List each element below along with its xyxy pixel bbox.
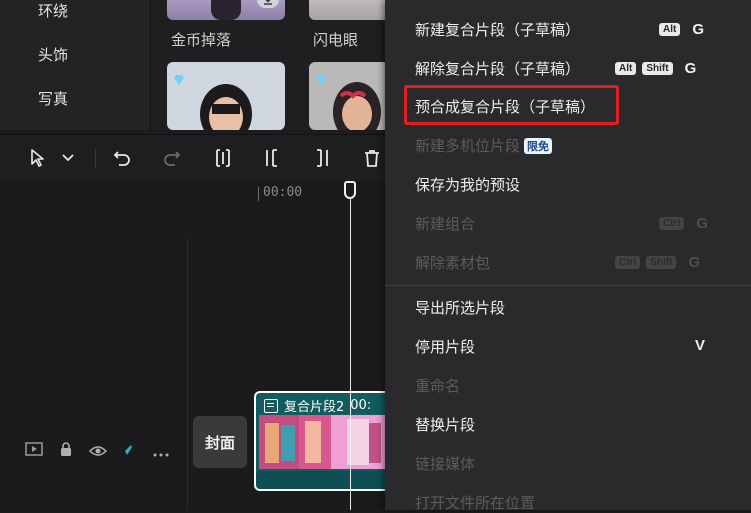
select-cursor-icon[interactable] — [26, 145, 50, 171]
menu-item-save-preset[interactable]: 保存为我的预设 — [415, 174, 520, 195]
effect-label-lightning-eyes: 闪电眼 — [313, 31, 359, 49]
shortcut-new-compound-clip: Alt G — [659, 21, 704, 38]
clip-audio-strip — [256, 471, 385, 489]
effect-label-gold-coins: 金币掉落 — [171, 31, 232, 49]
compound-clip[interactable]: 复合片段2 00: — [254, 391, 385, 491]
highlight-annotation-box — [404, 85, 619, 125]
track-thumbnail-icon[interactable] — [25, 441, 43, 461]
context-menu: 新建复合片段（子草稿） Alt G 解除复合片段（子草稿） Alt Shift … — [385, 0, 751, 512]
menu-item-link-media: 链接媒体 — [415, 455, 476, 473]
split-icon[interactable] — [211, 145, 235, 171]
cover-button[interactable]: 封面 — [193, 416, 247, 468]
shortcut-unpack-assets: Ctrl Shift G — [615, 254, 700, 271]
premium-gem-icon — [173, 70, 185, 85]
redo-icon[interactable] — [160, 145, 184, 171]
shortcut-letter: G — [692, 21, 705, 38]
effects-grid: 金币掉落 闪电眼 — [151, 0, 389, 130]
category-item-surround[interactable]: 环绕 — [38, 0, 68, 21]
shortcut-letter: G — [688, 254, 701, 271]
effect-thumb-portrait-2[interactable] — [309, 62, 389, 130]
menu-item-new-group: 新建组合 — [415, 215, 476, 233]
shortcut-letter: G — [696, 215, 708, 232]
chevron-down-icon[interactable] — [58, 145, 78, 171]
timeline-toolbar — [0, 134, 385, 182]
shortcut-key-shift: Shift — [646, 256, 677, 269]
free-badge: 限免 — [524, 138, 553, 154]
more-options-icon[interactable] — [153, 442, 169, 461]
ruler-time-label: 00:00 — [263, 185, 303, 200]
shortcut-disable-clip: V — [689, 337, 705, 354]
toolbar-separator — [95, 149, 96, 169]
download-icon[interactable] — [257, 0, 279, 8]
category-item-portrait[interactable]: 写真 — [38, 88, 68, 109]
shortcut-key-ctrl: Ctrl — [659, 217, 685, 230]
effect-thumb-portrait-1[interactable] — [167, 62, 285, 130]
trim-right-icon[interactable] — [310, 145, 334, 171]
lock-icon[interactable] — [59, 441, 73, 461]
timeline-area[interactable]: 00:00 封面 复合片段2 00: — [0, 181, 385, 510]
menu-item-replace-clip[interactable]: 替换片段 — [415, 414, 475, 435]
ruler-tick — [258, 187, 259, 201]
premium-gem-icon — [315, 70, 327, 85]
delete-icon[interactable] — [360, 145, 384, 171]
category-item-headwear[interactable]: 头饰 — [38, 44, 68, 65]
track-header-divider — [187, 239, 188, 510]
track-controls — [25, 441, 169, 461]
trim-left-icon[interactable] — [260, 145, 284, 171]
menu-item-ungroup-compound-clip[interactable]: 解除复合片段（子草稿） — [415, 58, 580, 79]
shortcut-ungroup-compound-clip: Alt Shift G — [615, 60, 696, 77]
menu-item-label: 新建多机位片段 — [415, 137, 521, 155]
menu-separator — [385, 285, 751, 286]
menu-item-new-compound-clip[interactable]: 新建复合片段（子草稿） — [415, 19, 580, 40]
shortcut-key-ctrl: Ctrl — [615, 256, 641, 269]
clip-title: 复合片段2 — [284, 400, 345, 415]
shortcut-key-alt: Alt — [659, 23, 681, 36]
clip-header: 复合片段2 00: — [264, 396, 371, 415]
playhead-line[interactable] — [350, 199, 351, 510]
compound-clip-icon — [264, 398, 278, 413]
clip-duration: 00: — [350, 398, 372, 413]
undo-icon[interactable] — [110, 145, 134, 171]
menu-item-disable-clip[interactable]: 停用片段 — [415, 336, 475, 357]
menu-item-export-selected[interactable]: 导出所选片段 — [415, 297, 505, 318]
shortcut-key-alt: Alt — [615, 62, 637, 75]
audio-icon[interactable] — [123, 442, 137, 461]
category-sidebar: 环绕 头饰 写真 — [0, 0, 150, 130]
effect-thumb-lightning-eyes[interactable] — [309, 0, 389, 20]
menu-item-unpack-assets: 解除素材包 — [415, 254, 491, 272]
menu-item-rename: 重命名 — [415, 377, 461, 395]
shortcut-new-group: Ctrl G — [659, 215, 708, 232]
menu-item-new-multicam-clip: 新建多机位片段 限免 — [415, 135, 553, 156]
shortcut-letter: V — [695, 337, 706, 354]
shortcut-key-shift: Shift — [642, 62, 673, 75]
shortcut-letter: G — [684, 60, 697, 77]
effect-thumb-gold-coins[interactable] — [167, 0, 285, 20]
clip-filmstrip — [259, 415, 385, 469]
playhead-handle[interactable] — [344, 181, 356, 199]
eye-icon[interactable] — [88, 442, 108, 461]
